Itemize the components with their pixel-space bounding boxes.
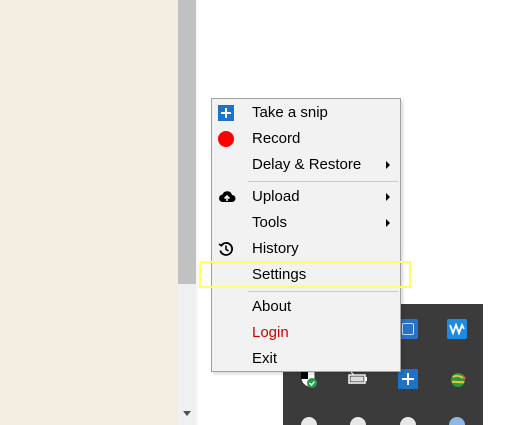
snip-plus-icon[interactable]: [398, 369, 418, 389]
menu-item-delay-restore[interactable]: Delay & Restore: [212, 152, 400, 178]
menu-item-label: Exit: [252, 350, 278, 367]
red-circle-icon: [218, 131, 234, 147]
menu-item-history[interactable]: History: [212, 236, 400, 262]
globe-icon[interactable]: [447, 369, 467, 389]
scroll-down-arrow-icon[interactable]: [178, 404, 196, 422]
battery-icon[interactable]: [347, 369, 367, 389]
menu-item-upload[interactable]: Upload: [212, 184, 400, 210]
menu-item-label: History: [252, 240, 299, 257]
submenu-arrow-icon: [386, 219, 390, 227]
tray-icon-partial: [301, 417, 317, 425]
menu-item-label: Upload: [252, 188, 300, 205]
menu-separator: [248, 291, 398, 292]
menu-item-take-a-snip[interactable]: Take a snip: [212, 100, 400, 126]
submenu-arrow-icon: [386, 193, 390, 201]
menu-item-label: Delay & Restore: [252, 156, 362, 173]
cloud-upload-icon: [218, 189, 236, 205]
menu-item-label: Take a snip: [252, 104, 328, 121]
menu-separator: [248, 181, 398, 182]
divider: [196, 0, 198, 425]
menu-item-label: About: [252, 298, 292, 315]
tray-icon-partial: [449, 417, 465, 425]
tray-icon-partial: [350, 417, 366, 425]
plus-square-icon: [218, 105, 234, 121]
menu-item-tools[interactable]: Tools: [212, 210, 400, 236]
tray-context-menu: Take a snip Record Delay & Restore Uploa…: [211, 98, 401, 372]
settings-highlight-outline: [199, 261, 411, 288]
shield-check-icon[interactable]: [298, 369, 318, 389]
scrollbar-thumb[interactable]: [178, 0, 196, 284]
audio-wave-icon[interactable]: [447, 319, 467, 339]
menu-item-record[interactable]: Record: [212, 126, 400, 152]
tools-icon[interactable]: [398, 319, 418, 339]
menu-item-exit[interactable]: Exit: [212, 346, 400, 372]
submenu-arrow-icon: [386, 161, 390, 169]
menu-item-label: Tools: [252, 214, 288, 231]
vertical-scrollbar[interactable]: [178, 0, 196, 425]
menu-item-login[interactable]: Login: [212, 320, 400, 346]
history-clock-icon: [218, 241, 234, 257]
background-pane: [0, 0, 178, 425]
menu-item-about[interactable]: About: [212, 294, 400, 320]
menu-item-label: Record: [252, 130, 301, 147]
tray-icon-partial: [400, 417, 416, 425]
menu-item-label: Login: [252, 324, 289, 341]
